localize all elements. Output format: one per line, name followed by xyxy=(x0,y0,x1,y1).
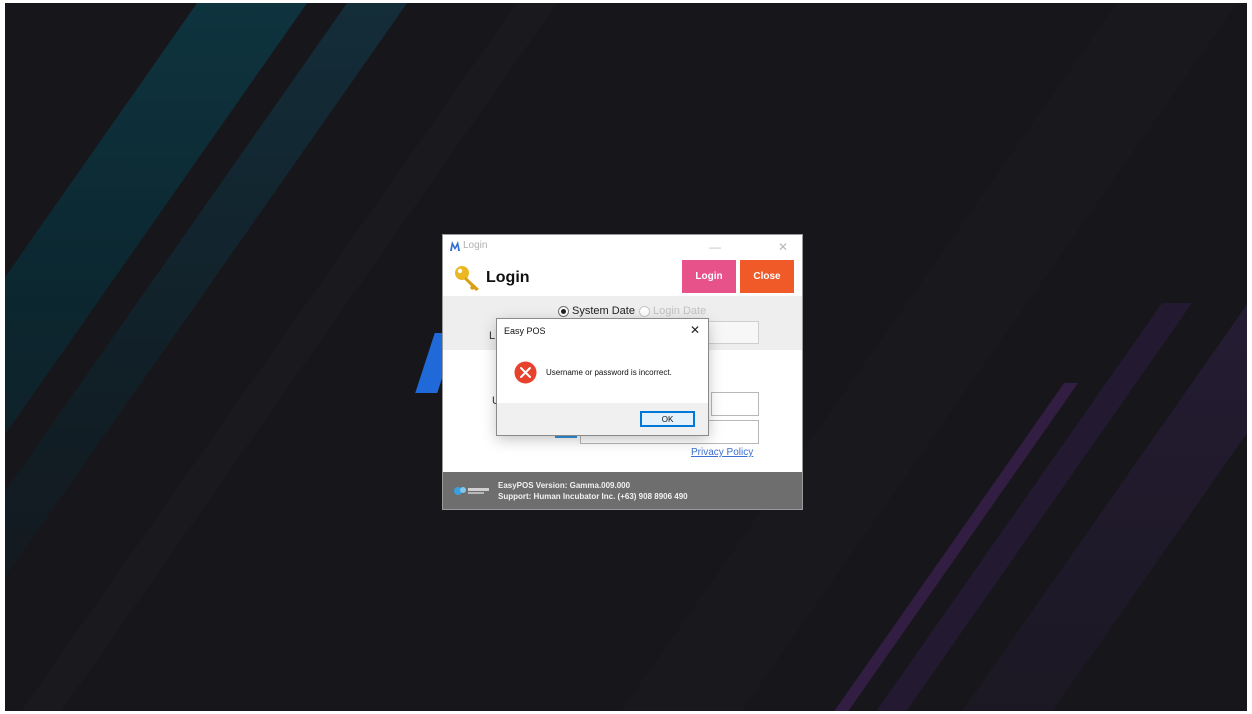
support-text: Support: Human Incubator Inc. (+63) 908 … xyxy=(498,492,688,501)
window-close-button[interactable]: ✕ xyxy=(773,238,793,256)
page-title: Login xyxy=(486,269,530,286)
error-message: Username or password is incorrect. xyxy=(546,368,672,377)
minimize-button[interactable]: — xyxy=(705,238,725,256)
login-date-label: Login Date xyxy=(653,305,707,317)
date-field[interactable] xyxy=(705,321,759,344)
version-text: EasyPOS Version: Gamma.009.000 xyxy=(498,481,631,490)
error-icon xyxy=(514,361,537,384)
app-logo-icon xyxy=(450,241,460,251)
username-input[interactable] xyxy=(711,392,759,416)
date-label: L xyxy=(489,330,496,342)
system-date-label: System Date xyxy=(572,305,635,317)
privacy-policy-link[interactable]: Privacy Policy xyxy=(691,447,753,458)
login-button[interactable]: Login xyxy=(682,260,736,293)
key-icon xyxy=(455,266,479,291)
error-dialog: Easy POS ✕ Username or password is incor… xyxy=(497,319,708,435)
close-button[interactable]: Close xyxy=(740,260,794,293)
login-date-radio[interactable] xyxy=(639,306,650,317)
dialog-title: Easy POS xyxy=(504,326,546,336)
window-title: Login xyxy=(463,240,488,251)
company-logo-icon xyxy=(454,487,489,495)
login-footer: EasyPOS Version: Gamma.009.000 Support: … xyxy=(443,472,802,509)
dialog-close-button[interactable]: ✕ xyxy=(687,322,703,338)
login-titlebar: Login — ✕ xyxy=(443,235,802,259)
system-date-radio[interactable] xyxy=(558,306,569,317)
ok-button[interactable]: OK xyxy=(640,411,695,427)
